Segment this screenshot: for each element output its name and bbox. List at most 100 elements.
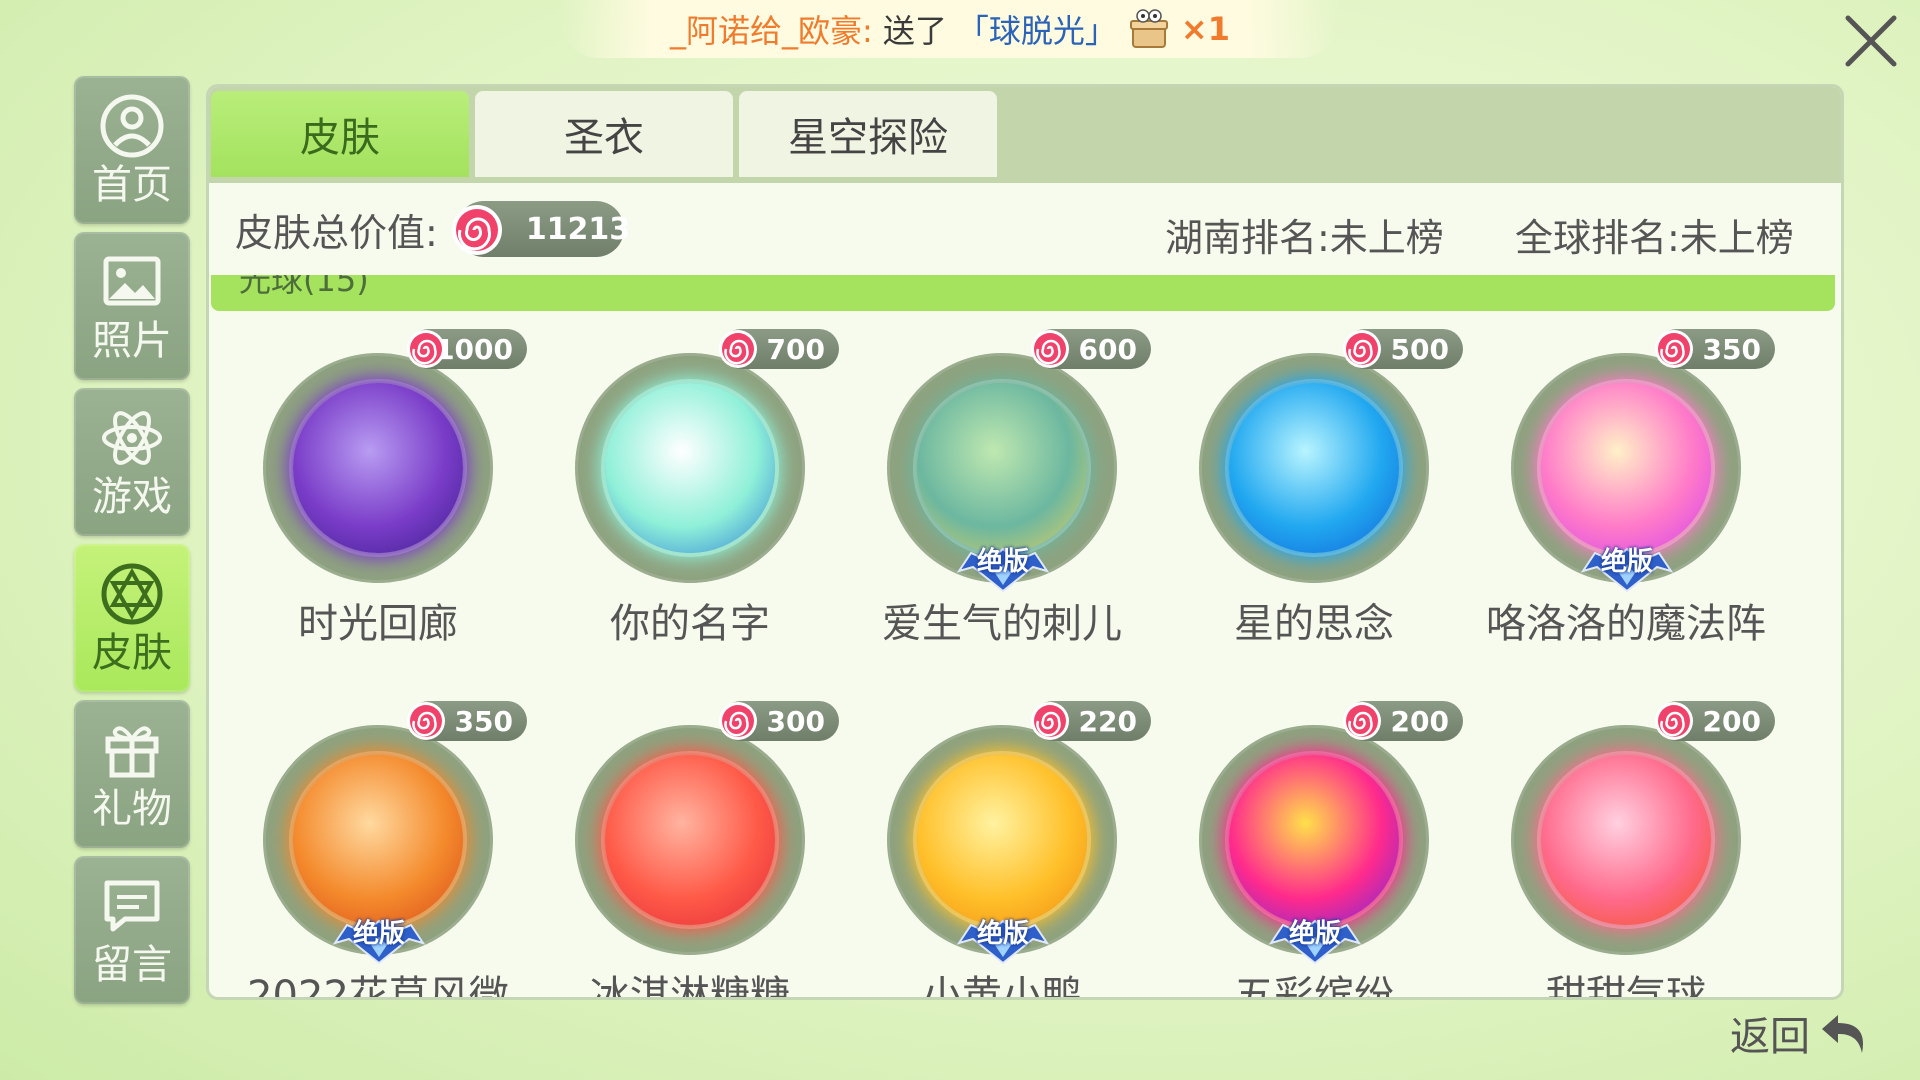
skin-ball <box>605 383 775 553</box>
discontinued-label: 绝版 <box>1288 919 1341 949</box>
skin-item[interactable]: 600 绝版爱生气的刺儿 <box>837 327 1151 687</box>
skin-price-value: 350 <box>454 704 513 738</box>
skin-ball <box>1229 383 1399 553</box>
candy-coin-icon <box>719 702 757 740</box>
user-icon <box>100 94 164 158</box>
sidebar-item-messages[interactable]: 留言 <box>74 856 190 1004</box>
skin-item[interactable]: 200 甜甜气球 <box>1461 699 1775 997</box>
skin-item[interactable]: 200 绝版五彩缤纷 <box>1149 699 1463 997</box>
candy-coin-icon <box>719 330 757 368</box>
skins-panel: 皮肤 圣衣 星空探险 皮肤总价值: 11213 湖南排名:未上榜 全球排名:未上… <box>206 84 1844 1000</box>
skin-price: 200 <box>1343 701 1463 741</box>
skin-item[interactable]: 350 绝版 2022花草风微 <box>213 699 527 997</box>
skin-item[interactable]: 500 星的思念 <box>1149 327 1463 687</box>
section-header: 光球(15) <box>211 275 1835 311</box>
discontinued-badge: 绝版 <box>955 541 1051 593</box>
skin-price: 700 <box>719 329 839 369</box>
skin-preview <box>575 353 805 583</box>
skin-ball <box>1541 755 1711 925</box>
candy-coin-icon <box>1343 702 1381 740</box>
gift-broadcast-banner: _阿诺给_欧豪: 送了 「球脱光」 ×1 <box>560 0 1340 58</box>
skin-ball <box>917 383 1087 553</box>
sidebar-item-skins[interactable]: 皮肤 <box>74 544 190 692</box>
total-value-pill: 11213 <box>451 201 630 257</box>
discontinued-label: 绝版 <box>976 919 1029 949</box>
total-value-label: 皮肤总价值: <box>235 210 438 255</box>
photo-icon <box>103 256 161 306</box>
skin-name: 冰淇淋糖糖 <box>590 973 790 1000</box>
skin-grid: 1000 时光回廊 700 你的名字 600 绝版 爱生气的刺儿 500 星的思念 350 绝版 咯洛… <box>209 327 1841 997</box>
discontinued-label: 绝版 <box>976 547 1029 577</box>
sidebar-item-label: 皮肤 <box>92 630 172 676</box>
skin-name: 咯洛洛的魔法阵 <box>1486 601 1766 647</box>
skin-item[interactable]: 700 你的名字 <box>525 327 839 687</box>
candy-coin-icon <box>1343 330 1381 368</box>
skin-item[interactable]: 350 绝版咯洛洛的魔法阵 <box>1461 327 1775 687</box>
sidebar-item-label: 照片 <box>92 318 172 364</box>
total-value: 11213 <box>525 211 631 247</box>
sidebar-item-gifts[interactable]: 礼物 <box>74 700 190 848</box>
skin-ball <box>1229 755 1399 925</box>
discontinued-badge: 绝版 <box>1579 541 1675 593</box>
skin-price-value: 600 <box>1078 332 1137 366</box>
gift-icon <box>105 726 159 778</box>
skin-name: 爱生气的刺儿 <box>882 601 1122 647</box>
sidebar-item-label: 留言 <box>92 942 172 988</box>
candy-coin-icon <box>1031 330 1069 368</box>
sidebar-item-photos[interactable]: 照片 <box>74 232 190 380</box>
message-icon <box>104 880 160 932</box>
sidebar-item-label: 首页 <box>92 162 172 208</box>
tab-holy-cloth[interactable]: 圣衣 <box>475 91 733 177</box>
skin-price-value: 200 <box>1390 704 1449 738</box>
sidebar-nav: 首页 照片 游戏 皮肤 礼物 留言 <box>74 76 192 1012</box>
skin-price: 350 <box>1655 329 1775 369</box>
skin-price: 220 <box>1031 701 1151 741</box>
skin-price: 200 <box>1655 701 1775 741</box>
skin-name: 时光回廊 <box>298 601 458 647</box>
close-icon[interactable] <box>1840 10 1902 72</box>
skin-preview <box>1199 353 1429 583</box>
section-label: 光球(15) <box>239 275 369 299</box>
banner-action: 送了 <box>882 12 947 50</box>
candy-coin-icon <box>407 330 445 368</box>
tab-star-adventure[interactable]: 星空探险 <box>739 91 997 177</box>
sidebar-item-label: 游戏 <box>92 474 172 520</box>
skin-ball <box>917 755 1087 925</box>
skin-preview <box>1511 725 1741 955</box>
discontinued-badge: 绝版 <box>1267 913 1363 965</box>
candy-coin-icon <box>1031 702 1069 740</box>
skin-name: 甜甜气球 <box>1546 973 1706 1000</box>
banner-gift-count: ×1 <box>1180 10 1230 48</box>
discontinued-label: 绝版 <box>1600 547 1653 577</box>
skin-ball <box>1541 383 1711 553</box>
sidebar-item-label: 礼物 <box>92 786 172 832</box>
candy-coin-icon <box>451 205 502 255</box>
candy-coin-icon <box>1655 330 1693 368</box>
skin-name: 2022花草风微 <box>247 973 509 1000</box>
skin-ball <box>293 383 463 553</box>
candy-coin-icon <box>1655 702 1693 740</box>
skin-price-value: 200 <box>1702 704 1761 738</box>
skin-item[interactable]: 1000 时光回廊 <box>213 327 527 687</box>
skin-ball <box>293 755 463 925</box>
province-rank: 湖南排名:未上榜 <box>1165 216 1444 260</box>
skin-summary-bar: 皮肤总价值: 11213 湖南排名:未上榜 全球排名:未上榜 <box>209 183 1841 275</box>
skin-price-value: 700 <box>766 332 825 366</box>
skin-icon <box>101 563 163 625</box>
back-button[interactable]: 返回 <box>1730 1004 1872 1062</box>
discontinued-badge: 绝版 <box>331 913 427 965</box>
skin-name: 五彩缤纷 <box>1234 973 1394 1000</box>
skin-name: 你的名字 <box>610 601 770 647</box>
skin-item[interactable]: 300 冰淇淋糖糖 <box>525 699 839 997</box>
sidebar-item-games[interactable]: 游戏 <box>74 388 190 536</box>
gift-box-icon <box>1129 9 1168 48</box>
tab-skins[interactable]: 皮肤 <box>211 91 469 177</box>
skin-price: 350 <box>407 701 527 741</box>
atom-icon <box>102 411 162 465</box>
back-label: 返回 <box>1730 1014 1810 1060</box>
skin-name: 小黄小鸭 <box>922 973 1082 1000</box>
back-arrow-icon <box>1822 1015 1863 1053</box>
skin-price: 500 <box>1343 329 1463 369</box>
sidebar-item-home[interactable]: 首页 <box>74 76 190 224</box>
skin-item[interactable]: 220 绝版小黄小鸭 <box>837 699 1151 997</box>
